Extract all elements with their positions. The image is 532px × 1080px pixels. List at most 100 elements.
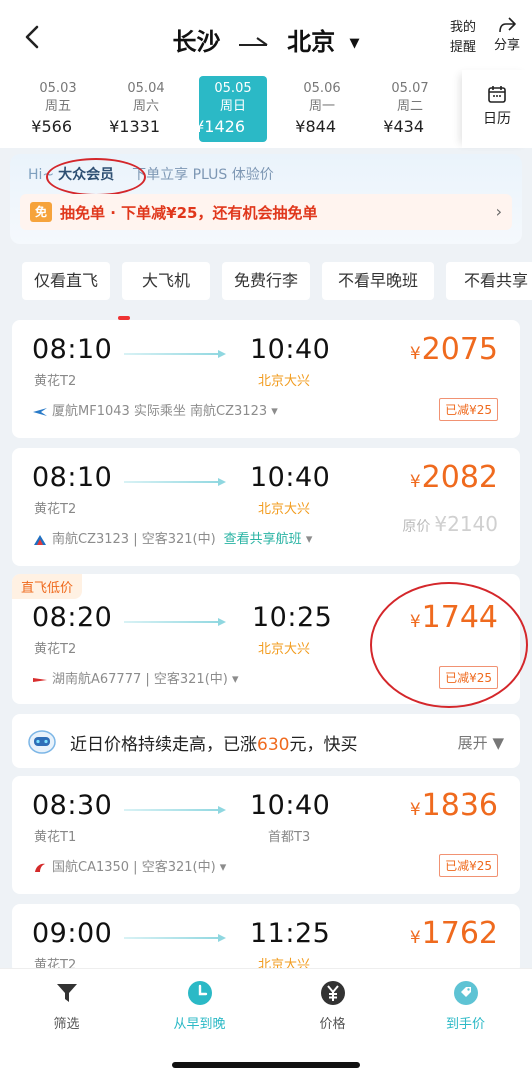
tab-filter[interactable]: 筛选 — [0, 979, 133, 1032]
departure-time: 08:10 — [32, 334, 113, 365]
chevron-down-icon: ▾ — [219, 860, 227, 875]
flight-duration-line — [124, 934, 226, 942]
share-button[interactable]: 分享 — [490, 16, 524, 56]
calendar-icon — [488, 86, 506, 103]
price-value: 2082 — [421, 460, 498, 495]
flight-card[interactable]: 08:10 黄花T2 10:40 北京大兴 ¥2075 厦航MF1043 实际乘… — [12, 320, 520, 438]
reminder-label-line2: 提醒 — [449, 40, 476, 55]
notice-text-after: 元，快买 — [289, 735, 358, 755]
airline-logo-icon — [33, 407, 47, 416]
destination-city: 北京 — [287, 28, 336, 56]
tag-icon — [453, 981, 478, 1005]
arrival-time: 11:25 — [250, 918, 331, 949]
codeshare-link[interactable]: 查看共享航班 — [224, 532, 302, 547]
weekday-label: 周日 — [219, 99, 246, 114]
date-label: 05.05 — [214, 81, 252, 96]
price-value: 1836 — [421, 788, 498, 823]
flight-card[interactable]: 08:10 黄花T2 10:40 北京大兴 ¥2082 南航CZ3123 | 空… — [12, 448, 520, 566]
departure-time: 08:30 — [32, 790, 113, 821]
date-price: ¥1426 — [194, 117, 245, 136]
dropdown-caret-icon: ▼ — [349, 35, 360, 51]
original-price: 原价 ¥2140 — [402, 512, 498, 536]
tab-price[interactable]: 价格 — [266, 979, 399, 1032]
price-trend-notice[interactable]: 近日价格持续走高，已涨630元，快买 展开 ▼ — [12, 714, 520, 768]
flight-duration-line — [124, 478, 226, 486]
share-label: 分享 — [493, 38, 520, 53]
filter-direct-only[interactable]: 仅看直飞 — [22, 262, 110, 300]
currency-symbol: ¥ — [409, 928, 421, 948]
price-increase-amount: 630 — [257, 735, 290, 755]
tab-label: 到手价 — [445, 1017, 485, 1032]
triangle-down-icon: ▼ — [492, 734, 504, 752]
flight-meta: 湖南航A67777 | 空客321(中) ▾ — [32, 668, 239, 687]
departure-time: 09:00 — [32, 918, 113, 949]
filter-chips: 仅看直飞 大飞机 免费行李 不看早晚班 不看共享 — [0, 252, 532, 310]
yuan-icon — [320, 981, 345, 1005]
clock-icon — [187, 981, 212, 1005]
arrival-time: 10:40 — [250, 334, 331, 365]
filter-large-aircraft[interactable]: 大飞机 — [122, 262, 210, 300]
flight-meta: 国航CA1350 | 空客321(中) ▾ — [32, 856, 226, 875]
airline-logo-icon — [33, 677, 47, 682]
price-value: 2075 — [421, 332, 498, 367]
annotation-circle — [46, 158, 146, 196]
filter-free-baggage[interactable]: 免费行李 — [222, 262, 310, 300]
arrival-airport: 首都T3 — [268, 830, 311, 845]
member-subtitle: 下单立享 PLUS 体验价 — [132, 167, 274, 183]
date-item-selected[interactable]: 05.05 周日 ¥1426 — [194, 76, 267, 142]
departure-time: 08:10 — [32, 462, 113, 493]
flight-card[interactable]: 09:00 黄花T2 11:25 北京大兴 ¥1762 — [12, 904, 520, 974]
arrival-airport: 北京大兴 — [258, 642, 311, 657]
tab-early-to-late[interactable]: 从早到晚 — [133, 979, 266, 1032]
date-label: 05.06 — [303, 81, 341, 96]
discount-badge: 已减¥25 — [439, 398, 498, 421]
ticket-icon: 免 — [30, 202, 52, 222]
flight-price: ¥2075 — [410, 332, 498, 367]
flight-price: ¥1762 — [410, 916, 498, 951]
flight-duration-line — [124, 350, 226, 358]
filter-icon — [56, 984, 77, 1002]
arrival-airport: 北京大兴 — [258, 374, 311, 389]
date-item[interactable]: 05.03 周五 ¥566 — [22, 76, 94, 142]
arrival-time: 10:40 — [250, 790, 331, 821]
flight-meta: 厦航MF1043 实际乘坐 南航CZ3123 ▾ — [32, 400, 278, 419]
weekday-label: 周六 — [132, 99, 159, 114]
arrival-time: 10:40 — [250, 462, 331, 493]
flight-card[interactable]: 08:30 黄花T1 10:40 首都T3 ¥1836 国航CA1350 | 空… — [12, 776, 520, 894]
airline-logo-icon — [35, 863, 45, 872]
reminder-label-line1: 我的 — [449, 20, 476, 35]
date-price: ¥434 — [383, 117, 424, 136]
calendar-button[interactable]: 日历 — [462, 70, 532, 148]
date-item[interactable]: 05.07 周二 ¥434 — [374, 76, 446, 142]
tab-final-price[interactable]: 到手价 — [399, 979, 532, 1032]
airline-logo-icon — [34, 534, 46, 545]
departure-airport: 黄花T2 — [34, 502, 77, 517]
date-price: ¥844 — [295, 117, 336, 136]
date-price: ¥1331 — [109, 117, 160, 136]
share-icon — [499, 17, 516, 33]
tab-label: 价格 — [319, 1017, 346, 1032]
expand-button[interactable]: 展开 ▼ — [458, 732, 504, 753]
departure-airport: 黄花T2 — [34, 374, 77, 389]
date-item[interactable]: 05.04 周六 ¥1331 — [109, 76, 182, 142]
my-reminder-button[interactable]: 我的 提醒 — [446, 18, 480, 58]
notice-text-before: 近日价格持续走高，已涨 — [70, 735, 257, 755]
free-order-promo[interactable]: 免 抽免单 · 下单减¥25，还有机会抽免单 › — [20, 194, 512, 230]
filter-no-codeshare[interactable]: 不看共享 — [446, 262, 532, 300]
tab-label: 从早到晚 — [173, 1017, 226, 1032]
date-selector: 05.03 周五 ¥566 05.04 周六 ¥1331 05.05 周日 ¥1… — [0, 70, 532, 148]
filter-no-early-late[interactable]: 不看早晚班 — [322, 262, 434, 300]
flight-price: ¥2082 — [410, 460, 498, 495]
departure-time: 08:20 — [32, 602, 113, 633]
calendar-label: 日历 — [483, 111, 511, 127]
tab-label: 筛选 — [53, 1017, 80, 1032]
date-item[interactable]: 05.06 周一 ¥844 — [286, 76, 358, 142]
price-value: 1762 — [421, 916, 498, 951]
robot-assistant-icon — [28, 730, 56, 754]
discount-badge: 已减¥25 — [439, 854, 498, 877]
date-label: 05.07 — [391, 81, 429, 96]
member-banner[interactable]: Hi~ 大众会员 下单立享 PLUS 体验价 免 抽免单 · 下单减¥25，还有机会… — [10, 154, 522, 244]
weekday-label: 周五 — [44, 99, 71, 114]
date-label: 05.04 — [127, 81, 165, 96]
home-indicator — [172, 1062, 360, 1068]
